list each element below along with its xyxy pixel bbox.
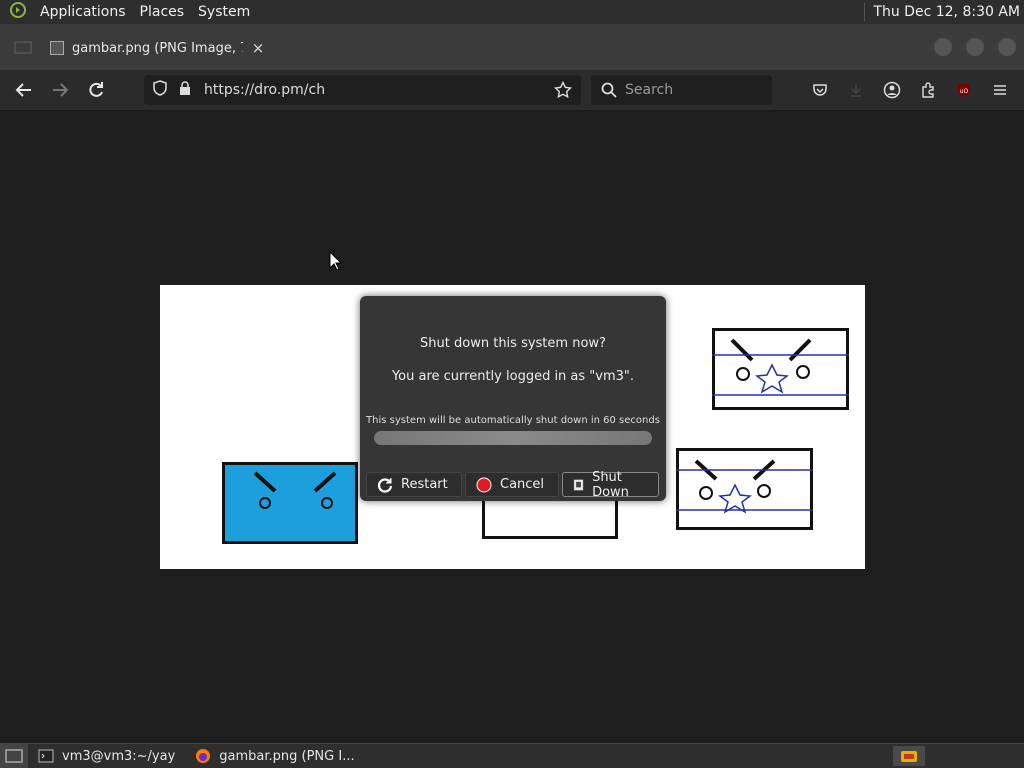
shutdown-dialog: Shut down this system now? You are curre… (360, 296, 666, 501)
tray-notification-icon[interactable] (893, 746, 925, 766)
image-favicon-icon (50, 41, 64, 55)
padlock-icon[interactable] (178, 80, 192, 100)
restart-icon (377, 477, 393, 493)
clock[interactable]: Thu Dec 12, 8:30 AM (873, 4, 1020, 20)
close-tab-icon[interactable]: × (251, 39, 265, 57)
cancel-label: Cancel (500, 477, 545, 492)
hamburger-menu-icon[interactable] (988, 78, 1012, 102)
svg-text:uO: uO (960, 88, 969, 95)
search-input[interactable]: Search (625, 82, 673, 98)
nav-toolbar: https://dro.pm/ch Search uO (0, 70, 1024, 111)
pocket-icon[interactable] (808, 78, 832, 102)
reload-button[interactable] (84, 78, 108, 102)
search-icon (599, 82, 619, 98)
taskbar-firefox-label: gambar.png (PNG I... (219, 748, 355, 764)
top-panel: Applications Places System Thu Dec 12, 8… (0, 0, 1024, 25)
taskbar-terminal-label: vm3@vm3:~/yay (62, 748, 176, 764)
restart-label: Restart (401, 477, 448, 492)
progress-fill (374, 431, 652, 445)
tracking-shield-icon[interactable] (152, 80, 168, 100)
reload-icon (89, 82, 103, 97)
cancel-record-icon (476, 477, 492, 492)
firefox-icon (196, 749, 211, 763)
bookmark-star-icon[interactable] (551, 81, 575, 99)
cancel-button[interactable]: Cancel (465, 472, 559, 497)
auto-shutdown-notice: This system will be automatically shut d… (366, 415, 660, 426)
system-menu[interactable]: System (198, 4, 250, 20)
back-button[interactable] (12, 78, 36, 102)
shutdown-icon (573, 478, 584, 491)
restart-button[interactable]: Restart (366, 472, 462, 497)
url-text[interactable]: https://dro.pm/ch (204, 82, 551, 98)
back-arrow-icon (15, 83, 31, 97)
maximize-icon[interactable] (966, 38, 984, 56)
search-bar[interactable]: Search (591, 75, 772, 105)
window-controls (934, 38, 1016, 56)
shutdown-label: Shut Down (592, 469, 629, 500)
logged-in-user-text: You are currently logged in as "vm3". (391, 369, 635, 384)
download-icon[interactable] (844, 78, 868, 102)
shutdown-countdown-progress (374, 431, 652, 445)
minimize-icon[interactable] (934, 38, 952, 56)
tab-title: gambar.png (PNG Image, 70 (72, 40, 243, 56)
shutdown-button[interactable]: Shut Down (562, 469, 659, 500)
ublock-origin-icon[interactable]: uO (952, 78, 976, 102)
tab-list-icon[interactable] (14, 39, 32, 55)
url-bar[interactable]: https://dro.pm/ch (144, 75, 581, 105)
extensions-puzzle-icon[interactable] (916, 78, 940, 102)
forward-arrow-icon (53, 83, 69, 97)
dialog-question: Shut down this system now? (420, 336, 606, 351)
tab-strip: gambar.png (PNG Image, 70 × (0, 25, 1024, 70)
account-icon[interactable] (880, 78, 904, 102)
bottom-panel: vm3@vm3:~/yay gambar.png (PNG I... (0, 743, 1024, 768)
tab-gambar[interactable]: gambar.png (PNG Image, 70 × (50, 34, 265, 62)
forward-button[interactable] (48, 78, 72, 102)
panel-separator (864, 3, 866, 21)
mouse-pointer-icon (329, 250, 343, 275)
distro-logo-icon[interactable] (10, 2, 26, 22)
close-window-icon[interactable] (998, 38, 1016, 56)
applications-menu[interactable]: Applications (40, 4, 126, 20)
terminal-icon (38, 749, 54, 763)
taskbar-item-terminal[interactable]: vm3@vm3:~/yay (28, 744, 185, 768)
places-menu[interactable]: Places (140, 4, 185, 20)
show-desktop-icon[interactable] (0, 744, 28, 768)
taskbar-item-firefox[interactable]: gambar.png (PNG I... (185, 744, 364, 768)
